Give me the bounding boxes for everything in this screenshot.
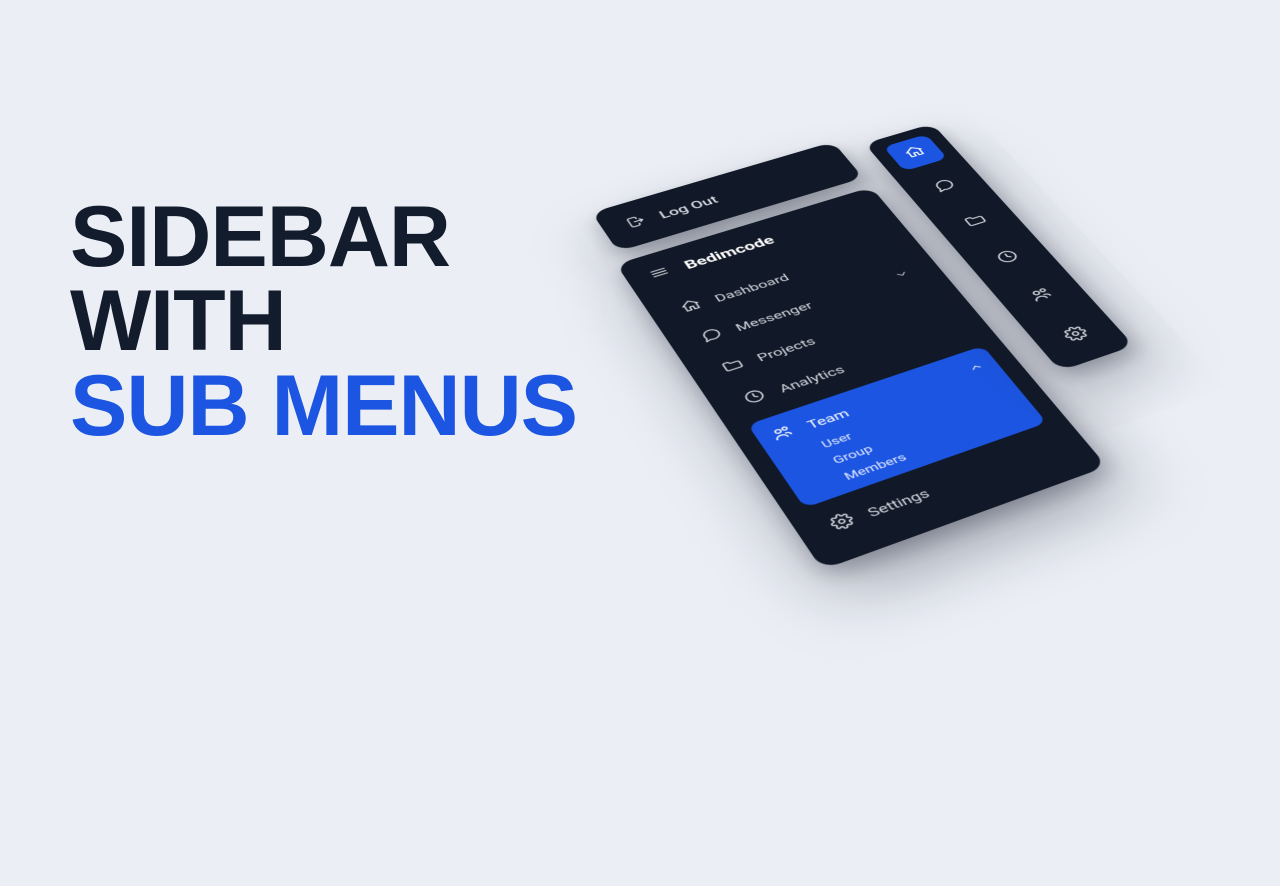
team-icon bbox=[767, 423, 799, 446]
mini-item-messenger[interactable] bbox=[912, 167, 978, 205]
logout-icon bbox=[623, 213, 651, 232]
chat-icon bbox=[697, 326, 727, 347]
gear-icon bbox=[826, 510, 860, 535]
mini-item-analytics[interactable] bbox=[974, 237, 1043, 278]
hamburger-icon[interactable] bbox=[646, 264, 675, 283]
mini-item-dashboard[interactable] bbox=[883, 134, 947, 171]
sidebar-item-label: Settings bbox=[864, 486, 933, 520]
sidebar-item-label: Team bbox=[804, 407, 852, 432]
chat-icon bbox=[930, 177, 961, 196]
chevron-up-icon bbox=[965, 360, 989, 377]
home-icon bbox=[677, 297, 707, 317]
mini-item-projects[interactable] bbox=[943, 201, 1010, 241]
clock-icon bbox=[740, 387, 771, 409]
sidebar-item-label: Analytics bbox=[776, 363, 847, 395]
chevron-down-icon bbox=[892, 268, 914, 283]
logout-label: Log Out bbox=[656, 193, 721, 221]
team-icon bbox=[1025, 285, 1058, 306]
sidebar-submenu-team: User Group Members bbox=[783, 380, 1029, 496]
home-icon bbox=[900, 144, 930, 162]
mini-item-team[interactable] bbox=[1007, 274, 1077, 317]
folder-icon bbox=[960, 211, 992, 231]
sidebar-expanded: Bedimcode Dashboard Messenger bbox=[616, 187, 1107, 570]
mini-item-settings[interactable] bbox=[1041, 312, 1113, 357]
clock-icon bbox=[992, 247, 1024, 267]
headline-line-3: SUB MENUS bbox=[70, 364, 577, 448]
gear-icon bbox=[1060, 324, 1094, 346]
folder-icon bbox=[718, 356, 749, 378]
